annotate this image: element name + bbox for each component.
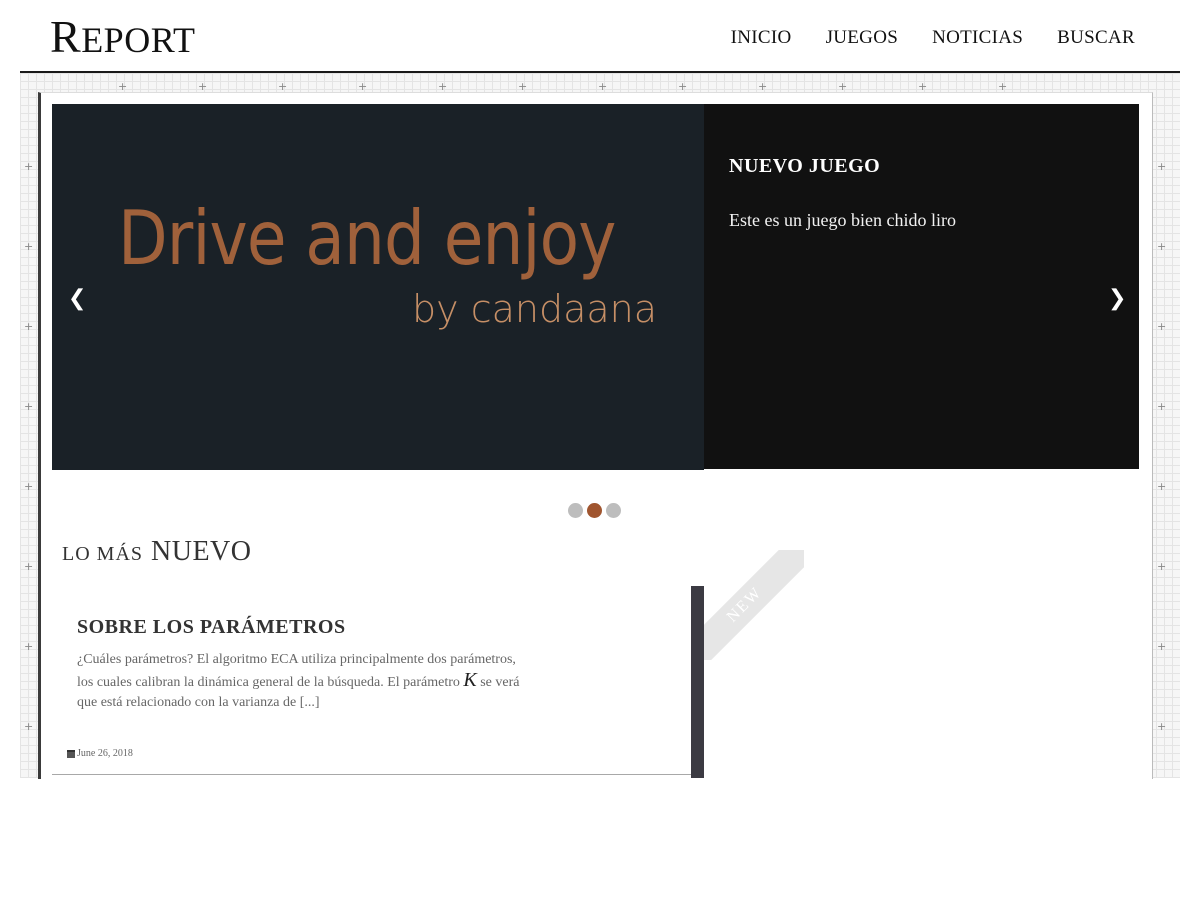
grid-plus-marker: + [358,80,368,93]
slide-title: NUEVO JUEGO [729,155,881,177]
slider-dots [568,503,621,518]
section-title-small: LO MÁS [62,543,144,565]
slider-dot-1[interactable] [568,503,583,518]
section-title: LO MÁS NUEVO [62,536,252,568]
section-title-big: NUEVO [151,536,252,567]
grid-plus-marker: + [24,560,34,573]
slider-dot-2[interactable] [587,503,602,518]
slide-image-title: Drive and enjoy [118,194,616,282]
grid-plus-marker: + [918,80,928,93]
grid-plus-marker: + [1157,720,1167,733]
grid-plus-marker: + [24,320,34,333]
site-logo[interactable]: REPORT [50,12,196,65]
grid-plus-marker: + [998,80,1008,93]
nav-juegos[interactable]: JUEGOS [826,27,899,49]
site-header: REPORT INICIO JUEGOS NOTICIAS BUSCAR [20,0,1180,73]
post-title[interactable]: SOBRE LOS PARÁMETROS [77,616,346,639]
new-ribbon: NEW [704,550,804,660]
grid-plus-marker: + [24,160,34,173]
grid-plus-marker: + [598,80,608,93]
grid-plus-marker: + [24,400,34,413]
new-ribbon-label: NEW [704,550,804,660]
calendar-icon [67,749,75,758]
grid-plus-marker: + [118,80,128,93]
grid-plus-marker: + [838,80,848,93]
grid-plus-marker: + [24,720,34,733]
next-arrow-icon[interactable]: ❯ [1108,286,1126,311]
grid-plus-marker: + [1157,400,1167,413]
post-date: June 26, 2018 [67,748,133,759]
grid-plus-marker: + [278,80,288,93]
grid-plus-marker: + [198,80,208,93]
logo-initial: R [50,11,82,62]
grid-plus-marker: + [1157,560,1167,573]
grid-plus-marker: + [1157,160,1167,173]
slide-text: Este es un juego bien chido liro [729,210,956,230]
grid-plus-marker: + [518,80,528,93]
grid-plus-marker: + [758,80,768,93]
grid-plus-marker: + [1157,640,1167,653]
main-nav: INICIO JUEGOS NOTICIAS BUSCAR [731,27,1135,49]
nav-inicio[interactable]: INICIO [731,27,792,49]
nav-buscar[interactable]: BUSCAR [1057,27,1135,49]
grid-plus-marker: + [438,80,448,93]
post-excerpt-before: ¿Cuáles parámetros? El algoritmo ECA uti… [77,652,516,690]
prev-arrow-icon[interactable]: ❮ [68,286,86,311]
nav-noticias[interactable]: NOTICIAS [932,27,1023,49]
post-date-text: June 26, 2018 [77,748,133,759]
grid-plus-marker: + [1157,320,1167,333]
grid-plus-marker: + [24,640,34,653]
grid-plus-marker: + [24,480,34,493]
slider-dot-3[interactable] [606,503,621,518]
grid-plus-marker: + [1157,480,1167,493]
math-symbol: K [463,669,477,691]
slide-image-subtitle: by candaana [412,287,658,331]
logo-rest: EPORT [81,20,196,60]
post-card-bar [691,586,704,778]
grid-plus-marker: + [24,240,34,253]
post-excerpt: ¿Cuáles parámetros? El algoritmo ECA uti… [77,650,522,713]
grid-plus-marker: + [1157,240,1167,253]
grid-plus-marker: + [678,80,688,93]
